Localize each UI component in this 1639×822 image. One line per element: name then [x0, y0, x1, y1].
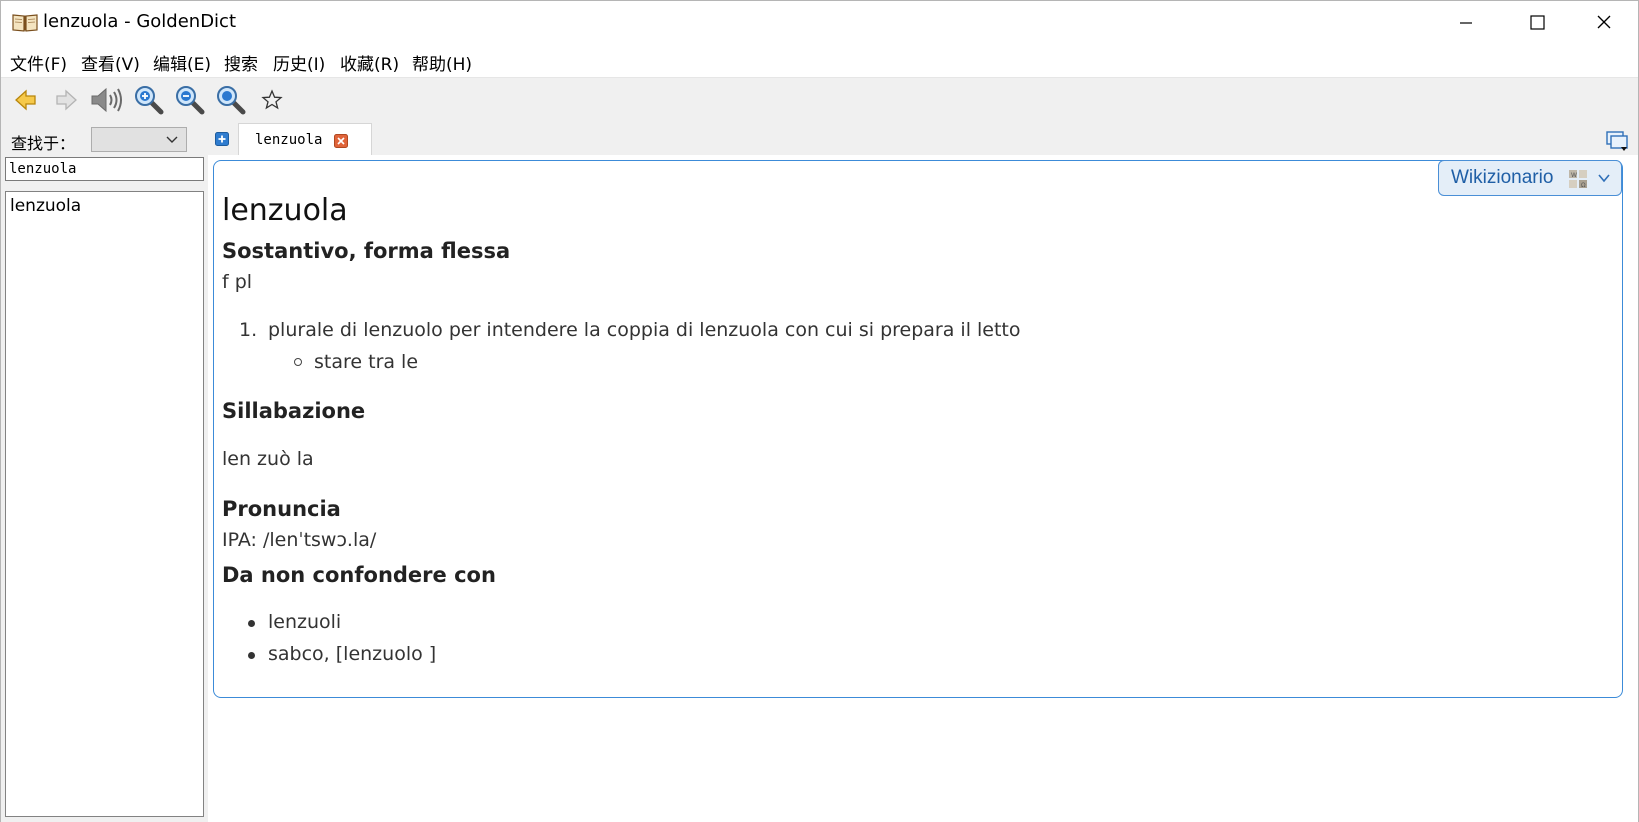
confusion-item: sabco, [lenzuolo ]: [268, 643, 437, 665]
bullet-dot-icon: [248, 620, 255, 627]
tab-label: lenzuola: [255, 132, 323, 148]
toolbar: [1, 77, 1638, 121]
search-input[interactable]: lenzuola: [5, 157, 204, 181]
svg-text:Ω: Ω: [1581, 182, 1586, 189]
syllabation-text: len zuò la: [222, 448, 314, 470]
confusion-heading: Da non confondere con: [222, 563, 496, 587]
example-text: stare tra le: [314, 351, 419, 373]
close-button[interactable]: [1569, 1, 1639, 45]
chevron-down-icon: [1598, 174, 1610, 183]
tab-list-icon[interactable]: [1606, 130, 1630, 152]
zoom-out-button[interactable]: [173, 83, 207, 117]
dictionary-name: Wikizionario: [1451, 167, 1554, 188]
zoom-out-icon: [176, 86, 205, 115]
favorite-button[interactable]: [255, 83, 289, 117]
goldendict-window: lenzuola - GoldenDict 文件(F) 查看(V) 编辑(E) …: [0, 0, 1639, 822]
definition-text: plurale di lenzuolo per intendere la cop…: [268, 319, 1021, 341]
word-list[interactable]: lenzuola: [5, 191, 204, 817]
back-button[interactable]: [9, 83, 43, 117]
forward-button[interactable]: [49, 83, 83, 117]
title-bar: lenzuola - GoldenDict: [1, 1, 1638, 45]
minimize-icon: [1460, 22, 1472, 24]
wiki-puzzle-icon: W Ω: [1569, 170, 1587, 189]
menu-edit[interactable]: 编辑(E): [153, 50, 211, 75]
pronunciation-heading: Pronuncia: [222, 497, 341, 521]
pronounce-button[interactable]: [89, 83, 123, 117]
article-card: Wikizionario W Ω lenzuola Sostantivo, fo…: [213, 160, 1623, 698]
syllabation-heading: Sillabazione: [222, 399, 366, 423]
tab-lenzuola[interactable]: lenzuola: [238, 123, 372, 157]
book-icon: [12, 14, 38, 32]
pos-heading: Sostantivo, forma flessa: [222, 239, 511, 263]
forward-arrow-icon: [56, 89, 77, 111]
menu-help[interactable]: 帮助(H): [412, 50, 472, 75]
article-view: Wikizionario W Ω lenzuola Sostantivo, fo…: [208, 155, 1638, 822]
look-in-label: 查找于：: [11, 134, 76, 153]
menu-history[interactable]: 历史(I): [273, 50, 325, 75]
dictionary-badge[interactable]: Wikizionario W Ω: [1438, 160, 1622, 196]
bullet-dot-icon: [248, 652, 255, 659]
add-tab-icon[interactable]: [215, 132, 229, 146]
tab-bar: lenzuola: [208, 121, 1638, 157]
svg-text:W: W: [1571, 172, 1577, 179]
dictionary-group-select[interactable]: [91, 127, 187, 152]
menu-favorites[interactable]: 收藏(R): [340, 50, 399, 75]
zoom-reset-button[interactable]: [214, 83, 248, 117]
confusion-item: lenzuoli: [268, 611, 342, 633]
minimize-button[interactable]: [1431, 1, 1501, 45]
star-icon: [261, 89, 283, 110]
back-arrow-icon: [15, 89, 36, 111]
zoom-in-icon: [135, 86, 164, 115]
headword: lenzuola: [222, 193, 348, 228]
window-title: lenzuola - GoldenDict: [43, 11, 237, 32]
definition-number: 1.: [239, 319, 258, 341]
menu-file[interactable]: 文件(F): [10, 50, 67, 75]
menu-view[interactable]: 查看(V): [81, 50, 140, 75]
zoom-in-button[interactable]: [132, 83, 166, 117]
bullet-circle-icon: [294, 358, 302, 366]
pronunciation-text: IPA: /lenˈtswɔ.la/: [222, 529, 377, 551]
close-icon: [1597, 15, 1611, 29]
menu-search[interactable]: 搜索: [224, 50, 258, 75]
maximize-icon: [1530, 15, 1545, 30]
grammar-info: f pl: [222, 271, 253, 293]
close-tab-icon[interactable]: [334, 134, 348, 148]
search-pane: 查找于： lenzuola lenzuola: [1, 121, 208, 822]
menu-bar: 文件(F) 查看(V) 编辑(E) 搜索 历史(I) 收藏(R) 帮助(H): [1, 45, 1638, 77]
maximize-button[interactable]: [1501, 1, 1571, 45]
chevron-down-icon: [166, 136, 178, 143]
zoom-reset-icon: [217, 86, 246, 115]
speaker-icon: [91, 87, 122, 113]
list-item[interactable]: lenzuola: [10, 196, 81, 216]
